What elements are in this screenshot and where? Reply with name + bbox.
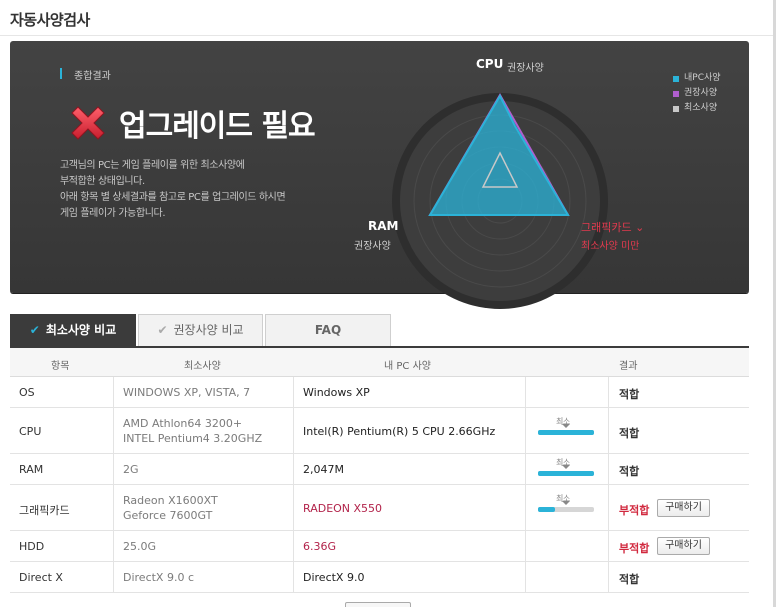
bar-fill (538, 471, 594, 476)
bar-track (538, 507, 594, 512)
x-mark-icon (71, 106, 105, 140)
radar-gpu-sub: 최소사양 미만 (581, 241, 640, 252)
legend-item: 내PC사양 (673, 71, 721, 86)
legend-label: 권장사양 (684, 88, 718, 98)
description-line: 아래 항목 별 상세결과를 참고로 PC를 업그레이드 하시면 (60, 192, 286, 203)
row-item: Direct X (19, 571, 63, 584)
more-button[interactable] (345, 602, 411, 607)
bar-fill (538, 430, 594, 435)
tab-recommended-spec[interactable]: ✔ 권장사양 비교 (138, 314, 263, 347)
row-item: RAM (19, 463, 44, 476)
header-item: 항목 (51, 361, 70, 372)
row-min: WINDOWS XP, VISTA, 7 (123, 386, 251, 399)
row-my: 2,047M (303, 463, 344, 476)
min-marker-icon (562, 465, 570, 469)
row-my: Windows XP (303, 386, 370, 399)
row-result: 적합 (619, 427, 640, 440)
row-min: 25.0G (123, 540, 157, 553)
section-label: 종합결과 (74, 71, 111, 82)
table-header: 항목 최소사양 내 PC 사양 결과 (10, 348, 749, 377)
bar-track (538, 430, 594, 435)
row-result: 적합 (619, 573, 640, 586)
tab-label: FAQ (314, 323, 342, 337)
row-result: 적합 (619, 465, 640, 478)
bar-track (538, 471, 594, 476)
table-row: OS WINDOWS XP, VISTA, 7 Windows XP 적합 (10, 377, 749, 408)
description-line: 고객님의 PC는 게임 플레이를 위한 최소사양에 (60, 160, 245, 171)
min-marker-icon (562, 501, 570, 505)
row-item: 그래픽카드 (19, 504, 70, 517)
divider (0, 35, 776, 36)
legend-item: 권장사양 (673, 86, 721, 101)
buy-button[interactable]: 구매하기 (657, 537, 710, 555)
row-min: 2G (123, 463, 139, 476)
check-icon: ✔ (29, 323, 40, 337)
buy-button[interactable]: 구매하기 (657, 499, 710, 517)
verdict-title: 업그레이드 필요 (119, 109, 316, 144)
legend-label: 내PC사양 (684, 73, 721, 83)
table-row: CPU AMD Athlon64 3200+ INTEL Pentium4 3.… (10, 408, 749, 454)
legend-swatch (673, 105, 679, 112)
legend-swatch (673, 75, 679, 82)
summary-panel: 종합결과 업그레이드 필요 고객님의 PC는 게임 플레이를 위한 최소사양에 … (10, 41, 749, 309)
radar-gpu-label[interactable]: 그래픽카드 ⌄ (581, 219, 644, 235)
radar-ram-label: RAM (368, 219, 399, 233)
row-item: HDD (19, 540, 45, 553)
table-row: 그래픽카드 Radeon X1600XT Geforce 7600GT RADE… (10, 485, 749, 531)
row-item: OS (19, 386, 35, 399)
row-min: Radeon X1600XT (123, 494, 218, 507)
legend-label: 최소사양 (684, 103, 718, 113)
bar-fill (538, 507, 555, 512)
row-my: RADEON X550 (303, 502, 383, 515)
radar-chart (392, 92, 608, 309)
row-min: DirectX 9.0 c (123, 571, 195, 584)
row-min: AMD Athlon64 3200+ (123, 417, 243, 430)
section-marker (60, 68, 62, 79)
spec-table: 항목 최소사양 내 PC 사양 결과 OS WINDOWS XP, VISTA,… (10, 346, 749, 593)
page-title: 자동사양검사 (10, 11, 90, 29)
row-my: 6.36G (303, 540, 337, 553)
description-line: 부적합한 상태입니다. (60, 176, 145, 187)
header-my: 내 PC 사양 (384, 361, 431, 372)
radar-legend: 내PC사양 권장사양 최소사양 (673, 71, 721, 116)
row-my: DirectX 9.0 (303, 571, 365, 584)
legend-item: 최소사양 (673, 101, 721, 116)
table-row: HDD 25.0G 6.36G 부적합 구매하기 (10, 531, 749, 562)
legend-swatch (673, 90, 679, 97)
tab-label: 권장사양 비교 (173, 323, 244, 337)
row-min: Geforce 7600GT (123, 509, 213, 522)
header-min: 최소사양 (184, 361, 221, 372)
description-line: 게임 플레이가 가능합니다. (60, 208, 166, 219)
row-min: INTEL Pentium4 3.20GHZ (123, 432, 263, 445)
row-result: 부적합 (619, 542, 650, 555)
tab-faq[interactable]: FAQ (265, 314, 391, 347)
table-row: RAM 2G 2,047M 최소 적합 (10, 454, 749, 485)
row-item: CPU (19, 425, 42, 438)
radar-cpu-sub: 권장사양 (507, 63, 544, 74)
row-my: Intel(R) Pentium(R) 5 CPU 2.66GHz (303, 425, 496, 438)
radar-ram-sub: 권장사양 (354, 241, 391, 252)
radar-cpu-label: CPU (476, 57, 504, 71)
tab-minimum-spec[interactable]: ✔ 최소사양 비교 (10, 314, 136, 347)
summary-description: 고객님의 PC는 게임 플레이를 위한 최소사양에 부적합한 상태입니다. 아래… (60, 158, 330, 222)
tab-label: 최소사양 비교 (45, 323, 117, 337)
min-marker-icon (562, 424, 570, 428)
header-result: 결과 (619, 361, 638, 372)
check-icon: ✔ (157, 323, 168, 337)
row-result: 부적합 (619, 504, 650, 517)
row-result: 적합 (619, 388, 640, 401)
table-row: Direct X DirectX 9.0 c DirectX 9.0 적합 (10, 562, 749, 593)
